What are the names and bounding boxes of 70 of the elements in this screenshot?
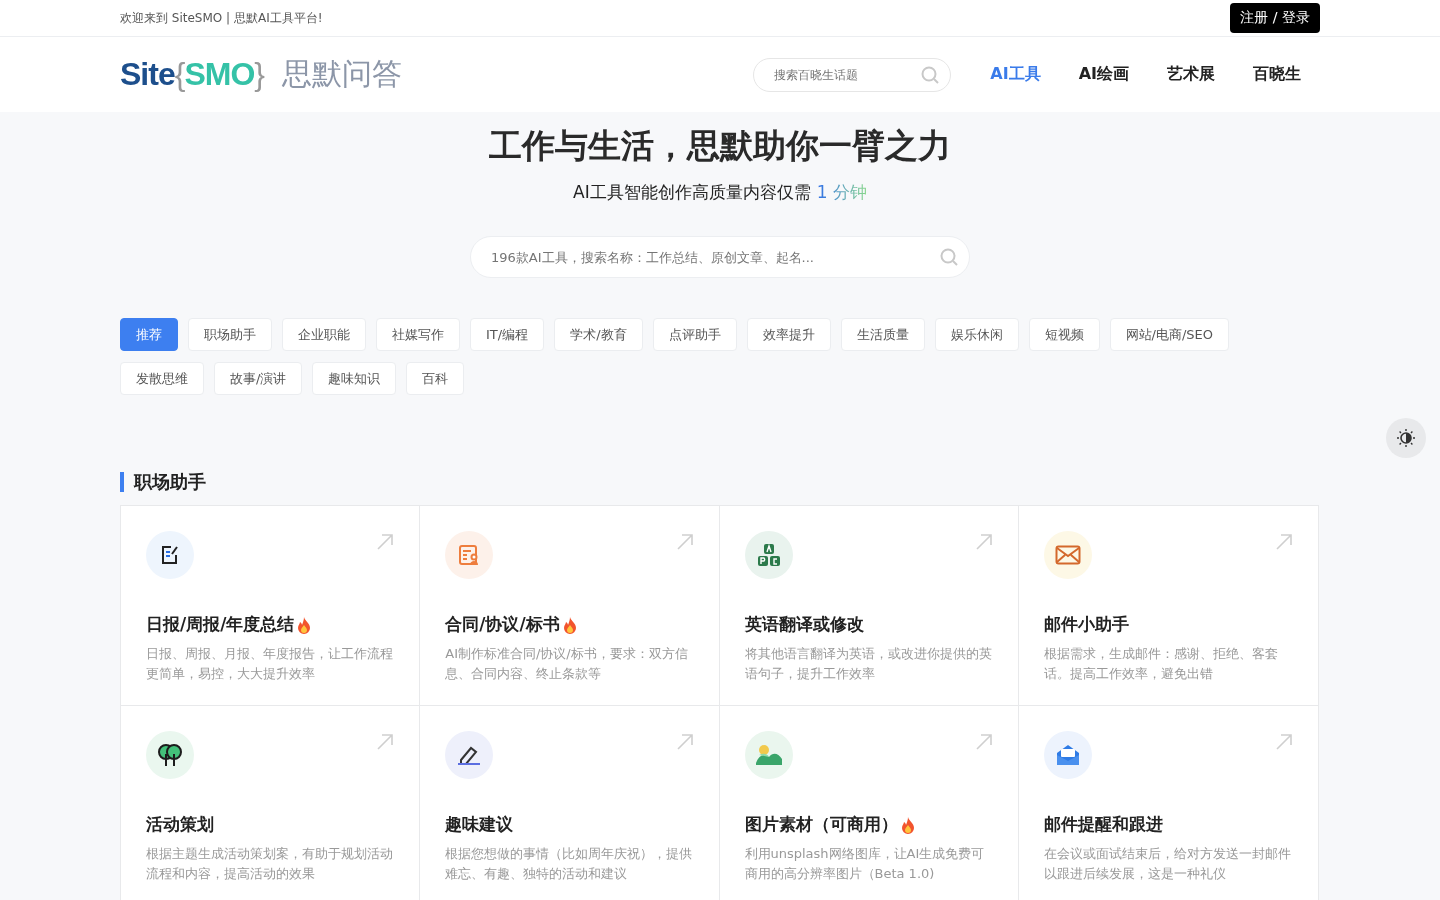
card-title: 图片素材（可商用） bbox=[744, 813, 898, 836]
tool-card[interactable]: 图片素材（可商用） 利用unsplash网络图库，让AI生成免费可商用的高分辨率图片（Beta 1.0) bbox=[719, 706, 1019, 900]
arrow-icon bbox=[675, 533, 694, 551]
arrow-icon bbox=[1275, 733, 1293, 751]
category-tag[interactable]: 娱乐休闲 bbox=[934, 318, 1019, 351]
category-tag[interactable]: 社媒写作 bbox=[376, 318, 460, 351]
welcome-text: 欢迎来到 SiteSMO | 思默AI工具平台! bbox=[120, 9, 323, 27]
hero-subtitle: AI工具智能创作高质量内容仅需 bbox=[573, 182, 811, 202]
category-tag[interactable]: 点评助手 bbox=[652, 318, 737, 351]
card-description: 根据您想做的事情（比如周年庆祝），提供难忘、有趣、独特的活动和建议 bbox=[445, 845, 694, 883]
logo-name: 思默问答 bbox=[281, 55, 402, 93]
card-title: 趣味建议 bbox=[445, 813, 514, 836]
card-description: 根据主题生成活动策划案，有助于规划活动流程和内容，提高活动的效果 bbox=[146, 845, 394, 883]
card-title: 活动策划 bbox=[146, 813, 214, 836]
category-tag[interactable]: 企业职能 bbox=[282, 318, 366, 351]
arrow-icon bbox=[974, 533, 993, 551]
hero-title: 工作与生活，思默助你一臂之力 bbox=[488, 125, 952, 167]
arrow-icon bbox=[376, 733, 395, 751]
card-description: 根据需求，生成邮件：感谢、拒绝、客套话。提高工作效率，避免出错 bbox=[1043, 645, 1279, 683]
theme-toggle-button[interactable] bbox=[1386, 418, 1426, 458]
tool-card[interactable]: 英语翻译或修改 将其他语言翻译为英语，或改进你提供的英语句子，提升工作效率 bbox=[719, 506, 1019, 706]
envelope-icon bbox=[1054, 545, 1081, 565]
category-tag[interactable]: 百科 bbox=[406, 362, 465, 395]
logo-wordmark[interactable]: Site{SMO} bbox=[120, 56, 264, 93]
card-description: 利用unsplash网络图库，让AI生成免费可商用的高分辨率图片（Beta 1.0) bbox=[744, 845, 986, 883]
landscape-icon bbox=[754, 743, 783, 767]
trees-icon bbox=[157, 742, 183, 768]
category-tag[interactable]: 效率提升 bbox=[746, 318, 831, 351]
category-tag[interactable]: IT/编程 bbox=[470, 318, 545, 351]
tool-card[interactable]: 活动策划 根据主题生成活动策划案，有助于规划活动流程和内容，提高活动的效果 bbox=[121, 706, 421, 900]
arrow-icon bbox=[675, 733, 694, 751]
highlight-text: 1 分钟 bbox=[816, 182, 867, 202]
card-title: 邮件提醒和跟进 bbox=[1043, 813, 1163, 836]
register-login-button[interactable]: 注册 / 登录 bbox=[1230, 3, 1320, 33]
category-tag[interactable]: 推荐 bbox=[120, 318, 178, 351]
search-icon bbox=[940, 248, 958, 266]
category-tag[interactable]: 发散思维 bbox=[120, 362, 204, 395]
card-title: 邮件小助手 bbox=[1043, 613, 1129, 636]
category-tag[interactable]: 故事/演讲 bbox=[214, 362, 303, 395]
tool-card[interactable]: 邮件小助手 根据需求，生成邮件：感谢、拒绝、客套话。提高工作效率，避免出错 bbox=[1018, 506, 1318, 706]
tool-search-field[interactable]: 196款AI工具，搜索名称：工作总结、原创文章、起名... bbox=[470, 236, 970, 278]
arrow-icon bbox=[376, 533, 395, 551]
brightness-icon bbox=[1396, 428, 1416, 448]
card-description: 日报、周报、月报、年度报告，让工作流程更简单，易控，大大提升效率 bbox=[146, 645, 394, 683]
nav-link[interactable]: AI工具 bbox=[971, 64, 1060, 85]
card-title: 英语翻译或修改 bbox=[744, 613, 864, 636]
card-title: 合同/协议/标书 bbox=[445, 613, 560, 636]
section-title: 职场助手 bbox=[134, 470, 206, 494]
tool-card[interactable]: 日报/周报/年度总结 日报、周报、月报、年度报告，让工作流程更简单，易控，大大提升效率 bbox=[121, 506, 421, 706]
category-tag[interactable]: 生活质量 bbox=[840, 318, 925, 351]
category-tag[interactable]: 职场助手 bbox=[188, 318, 272, 351]
category-tag[interactable]: 趣味知识 bbox=[312, 362, 397, 395]
pen-icon bbox=[456, 744, 483, 766]
arrow-icon bbox=[1275, 533, 1293, 551]
card-description: 将其他语言翻译为英语，或改进你提供的英语句子，提升工作效率 bbox=[744, 645, 993, 683]
topic-search-field[interactable]: 搜索百晓生话题 bbox=[753, 57, 952, 92]
arrow-icon bbox=[974, 733, 993, 751]
letter-blocks-icon bbox=[755, 542, 782, 568]
card-title: 日报/周报/年度总结 bbox=[146, 613, 295, 636]
category-tag[interactable]: 学术/教育 bbox=[554, 318, 643, 351]
nav-link[interactable]: AI绘画 bbox=[1059, 64, 1148, 85]
category-tag[interactable]: 网站/电商/SEO bbox=[1109, 318, 1229, 351]
card-description: AI制作标准合同/协议/标书，要求：双方信息、合同内容、终止条款等 bbox=[445, 645, 689, 683]
tool-card[interactable]: 合同/协议/标书 AI制作标准合同/协议/标书，要求：双方信息、合同内容、终止条款等 bbox=[420, 506, 720, 706]
nav-link[interactable]: 艺术展 bbox=[1148, 64, 1234, 85]
category-tag[interactable]: 短视频 bbox=[1028, 318, 1100, 351]
nav-link[interactable]: 百晓生 bbox=[1234, 64, 1320, 85]
tool-card[interactable]: 趣味建议 根据您想做的事情（比如周年庆祝），提供难忘、有趣、独特的活动和建议 bbox=[420, 706, 720, 900]
search-icon bbox=[921, 65, 940, 84]
open-envelope-icon bbox=[1054, 743, 1081, 767]
